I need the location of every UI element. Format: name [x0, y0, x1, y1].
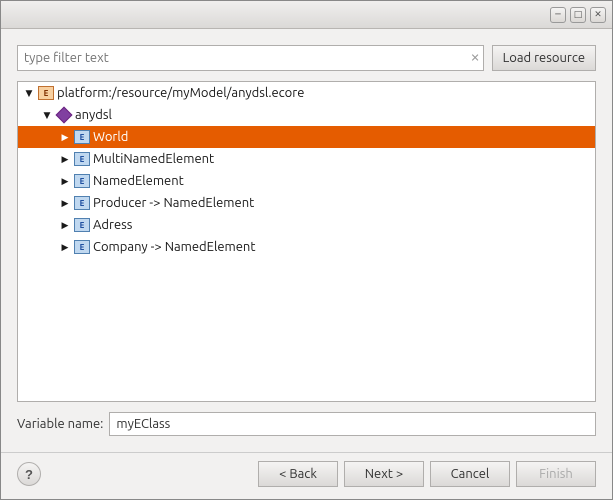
- load-resource-button[interactable]: Load resource: [492, 45, 596, 71]
- dialog-content: ✕ Load resource E platform:/resource/myM…: [1, 29, 612, 452]
- tree-item-multi[interactable]: E MultiNamedElement: [18, 148, 595, 170]
- eclass-multi-icon: E: [74, 152, 90, 166]
- back-button[interactable]: < Back: [258, 461, 338, 487]
- filter-input[interactable]: [17, 45, 484, 71]
- dialog-window: ─ □ ✕ ✕ Load resource E platform:/resour…: [0, 0, 613, 500]
- navigation-buttons: < Back Next > Cancel Finish: [258, 461, 596, 487]
- next-button[interactable]: Next >: [344, 461, 424, 487]
- cancel-button[interactable]: Cancel: [430, 461, 510, 487]
- tree-item-world[interactable]: E World: [18, 126, 595, 148]
- tree-item-anydsl[interactable]: anydsl: [18, 104, 595, 126]
- variable-name-input[interactable]: [109, 412, 596, 436]
- tree-item-multi-label: MultiNamedElement: [93, 152, 214, 166]
- tree-item-producer-label: Producer -> NamedElement: [93, 196, 254, 210]
- ecore-file-icon: E: [38, 86, 54, 100]
- tree-item-adress-label: Adress: [93, 218, 132, 232]
- close-button[interactable]: ✕: [590, 7, 606, 23]
- expand-arrow-producer[interactable]: [58, 196, 72, 210]
- expand-arrow-world[interactable]: [58, 130, 72, 144]
- tree-item-anydsl-label: anydsl: [75, 108, 112, 122]
- eclass-company-icon: E: [74, 240, 90, 254]
- filter-row: ✕ Load resource: [17, 45, 596, 71]
- variable-label: Variable name:: [17, 417, 103, 431]
- tree-item-company-label: Company -> NamedElement: [93, 240, 255, 254]
- tree-item-named-label: NamedElement: [93, 174, 184, 188]
- tree-item-root[interactable]: E platform:/resource/myModel/anydsl.ecor…: [18, 82, 595, 104]
- minimize-button[interactable]: ─: [550, 7, 566, 23]
- package-icon: [56, 107, 72, 123]
- tree-item-root-label: platform:/resource/myModel/anydsl.ecore: [57, 86, 304, 100]
- variable-row: Variable name:: [17, 412, 596, 436]
- expand-arrow-multi[interactable]: [58, 152, 72, 166]
- expand-arrow-named[interactable]: [58, 174, 72, 188]
- eclass-world-icon: E: [74, 130, 90, 144]
- titlebar: ─ □ ✕: [1, 1, 612, 29]
- tree-item-adress[interactable]: E Adress: [18, 214, 595, 236]
- tree-item-named[interactable]: E NamedElement: [18, 170, 595, 192]
- tree-item-company[interactable]: E Company -> NamedElement: [18, 236, 595, 258]
- filter-clear-icon[interactable]: ✕: [470, 52, 479, 65]
- filter-input-wrapper: ✕: [17, 45, 484, 71]
- expand-arrow-root[interactable]: [22, 86, 36, 100]
- expand-arrow-anydsl[interactable]: [40, 108, 54, 122]
- eclass-named-icon: E: [74, 174, 90, 188]
- finish-button[interactable]: Finish: [516, 461, 596, 487]
- eclass-producer-icon: E: [74, 196, 90, 210]
- tree-item-world-label: World: [93, 130, 128, 144]
- expand-arrow-adress[interactable]: [58, 218, 72, 232]
- button-row: ? < Back Next > Cancel Finish: [1, 452, 612, 499]
- expand-arrow-company[interactable]: [58, 240, 72, 254]
- maximize-button[interactable]: □: [570, 7, 586, 23]
- tree-container[interactable]: E platform:/resource/myModel/anydsl.ecor…: [17, 81, 596, 402]
- eclass-adress-icon: E: [74, 218, 90, 232]
- help-button[interactable]: ?: [17, 462, 41, 486]
- tree-item-producer[interactable]: E Producer -> NamedElement: [18, 192, 595, 214]
